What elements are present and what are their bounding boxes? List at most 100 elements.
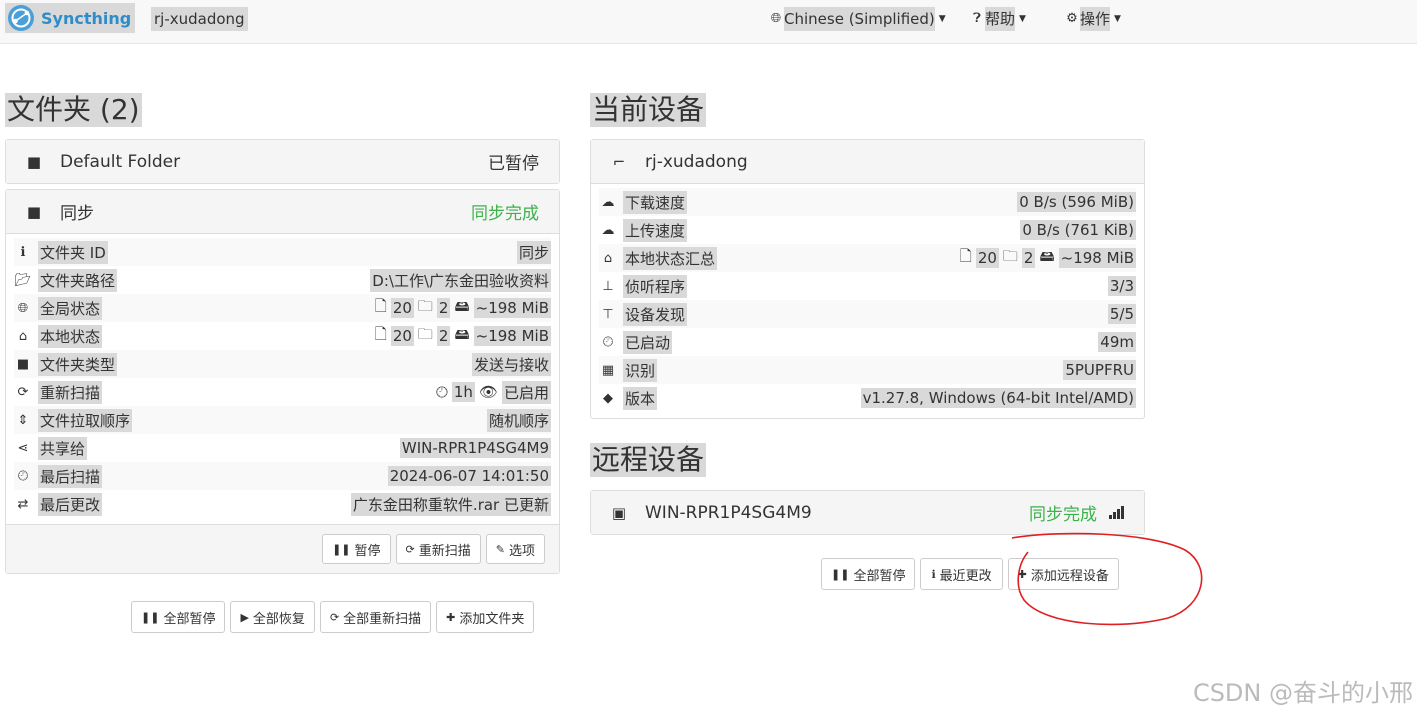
row-folder-type: ■ 文件夹类型 发送与接收 <box>14 350 551 378</box>
rescan-interval: 1h <box>451 382 475 402</box>
help-menu[interactable]: ❓︎ 帮助 ▼ <box>969 7 1026 31</box>
signpost-icon: ⊤ <box>602 306 614 322</box>
row-rescan: ⟳ 重新扫描 🕘︎ 1h 👁︎ 已启用 <box>14 378 551 406</box>
folder-status: 同步完成 <box>471 204 539 224</box>
folder-icon: ■ <box>16 356 30 372</box>
recent-changes-button[interactable]: ℹ 最近更改 <box>920 558 1003 590</box>
caret-down-icon: ▼ <box>1019 14 1026 24</box>
actions-menu[interactable]: ⚙ 操作 ▼ <box>1064 7 1121 31</box>
pause-all-devices-button[interactable]: ❚❚ 全部暂停 <box>821 558 916 590</box>
row-label: 全局状态 <box>38 296 103 320</box>
pause-icon: ❚❚ <box>332 542 351 556</box>
row-label: 文件拉取顺序 <box>38 408 133 432</box>
row-download-rate: ☁ 下载速度 0 B/s (596 MiB) <box>599 188 1136 216</box>
row-label: 文件夹路径 <box>38 268 118 292</box>
dir-count: 2 <box>436 298 451 318</box>
rescan-all-button[interactable]: ⟳ 全部重新扫描 <box>319 601 432 633</box>
pencil-icon: ✎ <box>495 542 505 556</box>
button-label: 全部重新扫描 <box>343 611 422 627</box>
watermark: CSDN @奋斗的小邢 <box>1192 679 1413 707</box>
folder-actions: ❚❚ 暂停 ⟳ 重新扫描 ✎ 选项 <box>6 524 559 573</box>
language-menu[interactable]: 🌐︎ Chinese (Simplified) ▼ <box>768 7 946 31</box>
row-value: 49m <box>1098 332 1136 352</box>
row-shared-with: ⋖ 共享给 WIN-RPR1P4SG4M9 <box>14 434 551 462</box>
question-circle-icon: ❓︎ <box>973 11 981 26</box>
tag-icon: ◆ <box>603 390 613 406</box>
globe-icon: 🌐︎ <box>770 11 782 26</box>
hdd-icon: 🖴 <box>454 324 470 343</box>
folder-name: 同步 <box>60 204 94 224</box>
folders-bottom-bar: ❚❚ 全部暂停 ▶ 全部恢复 ⟳ 全部重新扫描 ✚ 添加文件夹 <box>131 601 535 633</box>
rescan-button-label: 重新扫描 <box>418 543 471 559</box>
row-version: ◆ 版本 v1.27.8, Windows (64-bit Intel/AMD) <box>599 384 1136 412</box>
actions-label: 操作 <box>1080 7 1111 31</box>
row-identification: ▦ 识别 5PUPFRU <box>599 356 1136 384</box>
this-device-header[interactable]: ⌐ rj-xudadong <box>591 140 1144 184</box>
options-button-label: 选项 <box>508 543 535 559</box>
options-button[interactable]: ✎ 选项 <box>485 534 545 564</box>
globe-icon: 🌐︎ <box>17 300 29 316</box>
row-uptime: 🕘︎ 已启动 49m <box>599 328 1136 356</box>
folder-name: Default Folder <box>60 151 181 172</box>
language-label: Chinese (Simplified) <box>784 7 935 31</box>
row-value: 随机顺序 <box>486 408 551 432</box>
size: ~198 MiB <box>473 326 551 346</box>
row-value[interactable]: 5PUPFRU <box>1063 360 1136 380</box>
file-icon: 🗋 <box>374 296 387 315</box>
pause-button[interactable]: ❚❚ 暂停 <box>322 534 391 564</box>
device-icon: ⌐ <box>612 152 626 171</box>
row-global-state: 🌐︎ 全局状态 🗋 20 🗀 2 🖴 ~198 MiB <box>14 294 551 322</box>
brand[interactable]: Syncthing <box>5 3 136 33</box>
file-icon: 🗋 <box>374 324 387 343</box>
syncthing-logo-icon <box>8 5 34 31</box>
row-value: v1.27.8, Windows (64-bit Intel/AMD) <box>860 388 1136 408</box>
row-value: 3/3 <box>1107 276 1136 296</box>
brand-name: Syncthing <box>41 8 132 28</box>
gear-icon: ⚙ <box>1066 11 1078 26</box>
row-folder-id: ℹ 文件夹 ID 同步 <box>14 238 551 266</box>
row-value: 发送与接收 <box>471 352 551 376</box>
home-icon: ⌂ <box>18 328 28 344</box>
navbar: Syncthing rj-xudadong 🌐︎ Chinese (Simpli… <box>0 0 1417 44</box>
folder-outline-icon: 🗀 <box>417 296 433 315</box>
row-value: 0 B/s (761 KiB) <box>1020 220 1136 240</box>
pause-all-folders-button[interactable]: ❚❚ 全部暂停 <box>131 601 226 633</box>
row-local-state: ⌂ 本地状态 🗋 20 🗀 2 🖴 ~198 MiB <box>14 322 551 350</box>
exchange-icon: ⇄ <box>17 496 29 512</box>
sync-folder-header[interactable]: ■ 同步 同步完成 <box>6 190 559 234</box>
folder-outline-icon: 🗀 <box>1002 246 1018 265</box>
row-local-total: ⌂ 本地状态汇总 🗋 20 🗀 2 🖴 ~198 MiB <box>599 244 1136 272</box>
resume-all-button[interactable]: ▶ 全部恢复 <box>230 601 315 633</box>
row-label: 设备发现 <box>623 302 688 326</box>
row-value: WIN-RPR1P4SG4M9 <box>399 438 551 458</box>
refresh-icon: ⟳ <box>405 542 415 556</box>
button-label: 全部暂停 <box>163 611 216 627</box>
row-label: 版本 <box>623 386 658 410</box>
pause-button-label: 暂停 <box>354 543 381 559</box>
row-label: 文件夹类型 <box>38 352 118 376</box>
qrcode-icon: ▦ <box>601 362 615 378</box>
row-value: D:\工作\广东金田验收资料 <box>370 268 551 292</box>
row-value: 2024-06-07 14:01:50 <box>387 466 551 486</box>
folder-icon: ■ <box>26 152 42 171</box>
folder-outline-icon: 🗀 <box>417 324 433 343</box>
sitemap-icon: ⊥ <box>602 278 614 294</box>
default-folder-panel[interactable]: ■ Default Folder 已暂停 <box>5 139 560 184</box>
size: ~198 MiB <box>473 298 551 318</box>
remote-device-status: 同步完成 <box>1029 505 1097 525</box>
rescan-button[interactable]: ⟳ 重新扫描 <box>395 534 481 564</box>
pause-icon: ❚❚ <box>141 610 160 624</box>
row-label: 本地状态 <box>38 324 103 348</box>
annotation-circle <box>1011 532 1203 626</box>
this-device-heading: 当前设备 <box>590 93 707 127</box>
device-details: ☁ 下载速度 0 B/s (596 MiB) ☁ 上传速度 0 B/s (761… <box>591 184 1144 418</box>
caret-down-icon: ▼ <box>938 14 946 24</box>
row-label: 最后更改 <box>38 492 103 516</box>
row-value: 5/5 <box>1107 304 1136 324</box>
row-label: 侦听程序 <box>623 274 688 298</box>
hdd-icon: 🖴 <box>1039 246 1055 265</box>
cloud-upload-icon: ☁ <box>601 222 615 238</box>
add-folder-button[interactable]: ✚ 添加文件夹 <box>436 601 535 633</box>
pause-icon: ❚❚ <box>831 567 850 581</box>
caret-down-icon: ▼ <box>1114 14 1121 24</box>
